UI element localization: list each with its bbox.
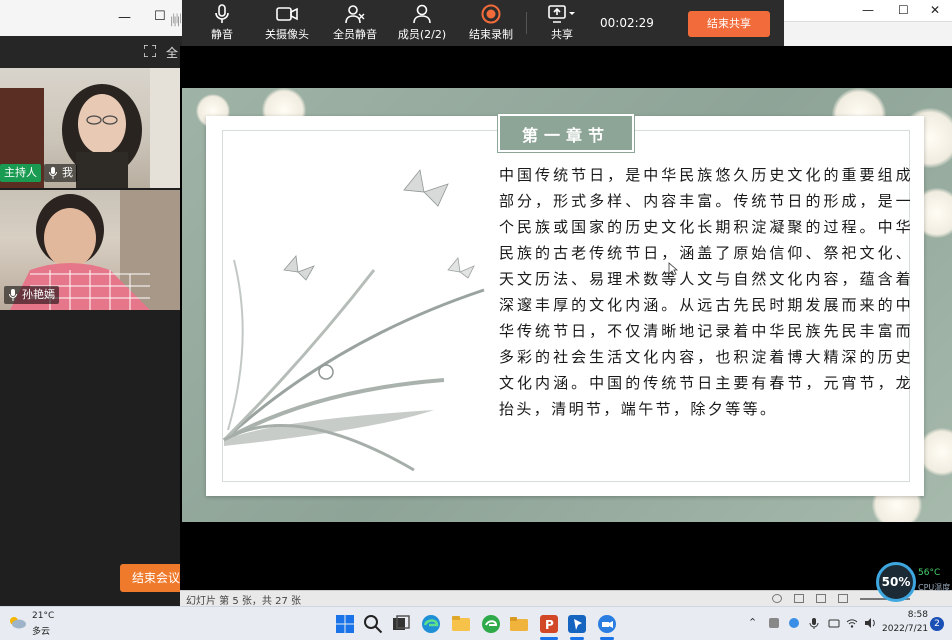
microphone-icon [49, 167, 57, 179]
tray-overflow-icon[interactable]: ⌃ [748, 616, 757, 629]
cloudy-weather-icon[interactable] [8, 615, 26, 629]
fullscreen-icon[interactable] [144, 45, 156, 57]
camera-button[interactable]: 关摄像头 [262, 4, 312, 44]
microphone-icon[interactable] [808, 617, 820, 629]
share-toolbar: ||| 静音 关摄像头 全员静音 成员(2/2) 结束录制 共享 00:02:2… [170, 0, 784, 46]
mute-all-label: 全员静音 [333, 28, 377, 41]
task-view-icon[interactable] [390, 613, 412, 635]
butterfly-icon [403, 169, 449, 207]
toolbar-divider [526, 12, 527, 34]
tray-app-icon[interactable] [768, 617, 780, 629]
windows-taskbar: 21°C 多云 P ⌃ 8:58 2022/7/21 2 [0, 606, 952, 640]
self-name: 我 [62, 166, 73, 179]
record-icon [481, 4, 501, 24]
folder-icon[interactable] [508, 613, 530, 635]
keyboard-layout-icon[interactable] [828, 617, 840, 629]
orchid-illustration [222, 169, 485, 472]
tray-app-icon[interactable] [788, 617, 800, 629]
clock-time[interactable]: 8:58 [898, 610, 928, 620]
meeting-subbar: 全 [0, 36, 182, 68]
members-icon [413, 4, 431, 24]
slide-body-text: 中国传统节日，是中华民族悠久历史文化的重要组成部分，形式多样、内容丰富。传统节日… [499, 166, 913, 418]
file-explorer-icon[interactable] [450, 613, 472, 635]
clock-date[interactable]: 2022/7/21 [882, 624, 928, 634]
mute-all-button[interactable]: 全员静音 [328, 4, 382, 44]
volume-icon[interactable] [864, 617, 876, 629]
snail-icon [318, 364, 334, 380]
windows-start-icon[interactable] [334, 613, 356, 635]
fullscreen-label[interactable]: 全 [166, 44, 178, 61]
butterfly-icon [447, 257, 475, 279]
meeting-titlebar: — ☐ ||| [0, 0, 182, 36]
butterfly-icon [283, 255, 315, 281]
presentation-titlebar: — ☐ ✕ [784, 0, 952, 22]
participant-name: 孙艳嫣 [22, 288, 55, 301]
maximize-icon[interactable]: ☐ [154, 9, 166, 24]
share-button[interactable]: 共享 [544, 4, 580, 44]
reading-view-icon[interactable] [838, 594, 848, 603]
cpu-temperature-label: CPU温度 [918, 583, 951, 592]
members-label: 成员(2/2) [397, 28, 447, 41]
toolbar-grip-icon[interactable]: ||| [170, 16, 180, 27]
video-tile-host[interactable]: 主持人 我 [0, 68, 180, 188]
microphone-icon [215, 4, 229, 23]
camera-label: 关摄像头 [265, 28, 309, 41]
meeting-timer: 00:02:29 [600, 16, 654, 30]
host-badge: 主持人 [0, 164, 41, 182]
members-button[interactable]: 成员(2/2) [394, 4, 450, 44]
video-tile-participant[interactable]: 孙艳嫣 [0, 190, 180, 310]
microphone-icon [9, 289, 17, 301]
meeting-window: — ☐ ||| 全 主持人 我 孙艳嫣 [0, 0, 182, 606]
performance-widget[interactable]: 50% 56°C CPU温度 [876, 562, 952, 602]
wifi-icon[interactable] [846, 617, 858, 629]
slide-statusbar: 幻灯片 第 5 张，共 27 张 [180, 590, 952, 607]
edge-browser-icon[interactable] [420, 613, 442, 635]
mute-label: 静音 [211, 28, 233, 41]
stop-record-button[interactable]: 结束录制 [466, 4, 516, 44]
chapter-tab: 第一章节 [498, 114, 634, 152]
mouse-cursor-icon [668, 262, 678, 276]
maximize-icon[interactable]: ☐ [898, 3, 909, 17]
end-meeting-button[interactable]: 结束会议 [120, 564, 182, 592]
svg-text:P: P [545, 618, 554, 632]
end-share-button[interactable]: 结束共享 [688, 11, 770, 37]
notes-icon[interactable] [772, 594, 782, 603]
powerpoint-icon[interactable]: P [538, 613, 560, 635]
participant-name-chip: 孙艳嫣 [4, 286, 59, 304]
cpu-usage-gauge: 50% [876, 562, 916, 602]
close-icon[interactable]: ✕ [930, 3, 940, 17]
camera-icon [276, 7, 298, 21]
minimize-icon[interactable]: — [862, 3, 874, 17]
weather-description[interactable]: 多云 [32, 624, 50, 637]
cpu-temperature: 56°C [918, 568, 941, 578]
mute-all-icon [345, 5, 365, 24]
mute-button[interactable]: 静音 [202, 4, 242, 44]
chapter-title: 第一章节 [521, 126, 610, 145]
meeting-app-icon[interactable] [596, 613, 618, 635]
search-icon[interactable] [362, 613, 384, 635]
share-screen-icon [548, 5, 575, 23]
slide-sorter-icon[interactable] [816, 594, 826, 603]
minimize-icon[interactable]: — [118, 10, 131, 25]
normal-view-icon[interactable] [794, 594, 804, 603]
self-name-chip: 我 [44, 164, 77, 182]
edge-green-icon[interactable] [480, 613, 502, 635]
weather-temperature[interactable]: 21°C [32, 611, 54, 621]
pin-app-icon[interactable] [566, 613, 588, 635]
slide-counter: 幻灯片 第 5 张，共 27 张 [186, 596, 301, 607]
notification-badge[interactable]: 2 [930, 617, 944, 631]
stop-record-label: 结束录制 [469, 28, 513, 41]
share-label: 共享 [551, 28, 573, 41]
